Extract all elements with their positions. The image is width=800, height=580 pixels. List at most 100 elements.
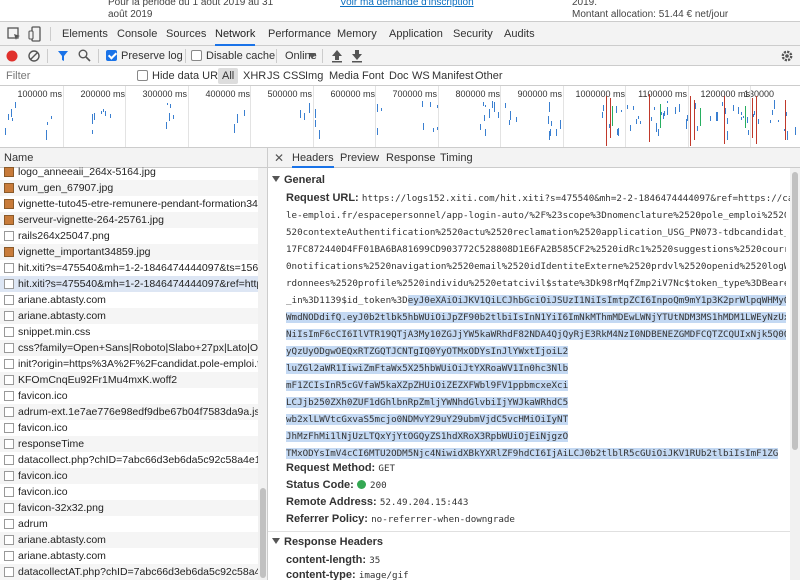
request-bar bbox=[654, 106, 656, 110]
request-bar bbox=[436, 126, 438, 131]
clear-icon[interactable] bbox=[28, 50, 40, 62]
request-row[interactable]: serveur-vignette-264-25761.jpg bbox=[0, 212, 258, 228]
request-row[interactable]: vignette_important34859.jpg bbox=[0, 244, 258, 260]
filter-type-media[interactable]: Media bbox=[329, 66, 359, 86]
referrer-policy-label: Referrer Policy: bbox=[286, 513, 368, 525]
request-bar bbox=[45, 130, 47, 140]
request-row[interactable]: adrum-ext.1e7ae776e98edf9dbe67b04f7583da… bbox=[0, 404, 258, 420]
content-type-row: content-type: image/gif bbox=[286, 567, 409, 580]
request-url-value-0: https://logs152.xiti.com/hit.xiti?s=4755… bbox=[361, 193, 800, 204]
request-row[interactable]: hit.xiti?s=475540&mh=1-2-1846474444097&r… bbox=[0, 276, 258, 292]
general-section-header[interactable]: General bbox=[272, 174, 325, 186]
request-bar bbox=[615, 105, 617, 114]
chevron-down-icon bbox=[308, 53, 316, 59]
export-har-icon[interactable] bbox=[351, 49, 363, 63]
request-row[interactable]: hit.xiti?s=475540&mh=1-2-1846474444097&t… bbox=[0, 260, 258, 276]
request-row[interactable]: favicon.ico bbox=[0, 468, 258, 484]
dom-content-marker bbox=[660, 104, 661, 128]
settings-gear-icon[interactable] bbox=[780, 49, 794, 63]
tab-audits[interactable]: Audits bbox=[504, 22, 535, 46]
url-selected-part: LCJjb250ZXh0ZUF1dGhlbnRpZmljYWNhdGlvbiIj… bbox=[286, 397, 569, 408]
request-row[interactable]: adrum bbox=[0, 516, 258, 532]
timeline-tick: 1000000 ms bbox=[575, 89, 625, 99]
request-row[interactable]: css?family=Open+Sans|Roboto|Slabo+27px|L… bbox=[0, 340, 258, 356]
filter-input[interactable]: Filter bbox=[6, 66, 30, 86]
registration-link[interactable]: Voir ma demande d'inscription bbox=[340, 0, 474, 9]
scrollbar-thumb[interactable] bbox=[792, 172, 798, 450]
inspect-element-icon[interactable] bbox=[6, 26, 22, 42]
tab-security[interactable]: Security bbox=[453, 22, 493, 46]
tab-console[interactable]: Console bbox=[117, 22, 157, 46]
preserve-log-checkbox[interactable] bbox=[106, 50, 117, 61]
remote-address-value: 52.49.204.15:443 bbox=[379, 497, 469, 508]
request-row[interactable]: KFOmCnqEu92Fr1Mu4mxK.woff2 bbox=[0, 372, 258, 388]
detail-scrollbar[interactable] bbox=[790, 168, 800, 580]
tab-headers[interactable]: Headers bbox=[292, 148, 334, 168]
request-bar bbox=[169, 104, 171, 109]
request-row[interactable]: datacollect.php?chID=7abc66d3eb6da5c92c5… bbox=[0, 452, 258, 468]
request-row[interactable]: vum_gen_67907.jpg bbox=[0, 180, 258, 196]
document-file-icon bbox=[4, 503, 14, 513]
request-row[interactable]: ariane.abtasty.com bbox=[0, 532, 258, 548]
network-overview-timeline[interactable]: 100000 ms 200000 ms 300000 ms 400000 ms … bbox=[0, 86, 800, 148]
request-row[interactable]: ariane.abtasty.com bbox=[0, 292, 258, 308]
request-row[interactable]: init?origin=https%3A%2F%2Fcandidat.pole-… bbox=[0, 356, 258, 372]
request-url-value-11: mF1ZCIsInR5cGVfaW5kaXZpZHUiOiZEZXFWbl9FV… bbox=[286, 377, 786, 394]
request-row[interactable]: snippet.min.css bbox=[0, 324, 258, 340]
filter-type-css[interactable]: CSS bbox=[283, 66, 306, 86]
filter-type-doc[interactable]: Doc bbox=[389, 66, 409, 86]
filter-type-ws[interactable]: WS bbox=[412, 66, 430, 86]
filter-icon[interactable] bbox=[57, 50, 69, 62]
tab-memory[interactable]: Memory bbox=[337, 22, 377, 46]
tab-preview[interactable]: Preview bbox=[340, 148, 379, 168]
filter-type-manifest[interactable]: Manifest bbox=[432, 66, 474, 86]
request-url-value-1: le-emploi.fr/espacepersonnel/app-login-a… bbox=[286, 210, 786, 221]
tab-timing[interactable]: Timing bbox=[440, 148, 473, 168]
import-har-icon[interactable] bbox=[331, 49, 343, 63]
request-row[interactable]: favicon.ico bbox=[0, 388, 258, 404]
request-row[interactable]: favicon.ico bbox=[0, 484, 258, 500]
request-list-scrollbar[interactable] bbox=[258, 168, 267, 580]
response-headers-section-header[interactable]: Response Headers bbox=[272, 536, 383, 548]
request-name: rails264x25047.png bbox=[18, 230, 110, 242]
request-name: responseTime bbox=[18, 438, 85, 450]
filter-type-font[interactable]: Font bbox=[362, 66, 384, 86]
request-row[interactable]: vignette-tuto45-etre-remunere-pendant-fo… bbox=[0, 196, 258, 212]
filter-type-js[interactable]: JS bbox=[267, 66, 280, 86]
record-icon[interactable] bbox=[6, 50, 18, 62]
tab-performance[interactable]: Performance bbox=[268, 22, 331, 46]
close-icon[interactable]: ✕ bbox=[274, 151, 284, 165]
request-row[interactable]: favicon-32x32.png bbox=[0, 500, 258, 516]
timeline-gridline bbox=[312, 86, 314, 147]
period-text: Pour la période du 1 août 2019 au 31 bbox=[108, 0, 274, 8]
timeline-gridline bbox=[375, 86, 376, 147]
tab-elements[interactable]: Elements bbox=[62, 22, 108, 46]
request-bar bbox=[616, 128, 618, 136]
filter-type-xhr[interactable]: XHR bbox=[243, 66, 266, 86]
request-row[interactable]: datacollectAT.php?chID=7abc66d3eb6da5c92… bbox=[0, 564, 258, 580]
request-row[interactable]: logo_anneeaii_264x-5164.jpg bbox=[0, 164, 258, 180]
request-name: adrum-ext.1e7ae776e98edf9dbe67b04f7583da… bbox=[18, 406, 258, 418]
request-row[interactable]: responseTime bbox=[0, 436, 258, 452]
request-row[interactable]: ariane.abtasty.com bbox=[0, 548, 258, 564]
request-row[interactable]: favicon.ico bbox=[0, 420, 258, 436]
request-bar bbox=[5, 128, 7, 135]
filter-type-all[interactable]: All bbox=[218, 68, 239, 84]
request-row[interactable]: rails264x25047.png bbox=[0, 228, 258, 244]
request-bar bbox=[551, 120, 553, 126]
filter-type-other[interactable]: Other bbox=[475, 66, 503, 86]
tab-response[interactable]: Response bbox=[386, 148, 436, 168]
request-bar bbox=[617, 128, 619, 136]
device-toolbar-icon[interactable] bbox=[28, 26, 44, 42]
hide-data-urls-checkbox[interactable] bbox=[137, 70, 148, 81]
filter-type-img[interactable]: Img bbox=[305, 66, 323, 86]
tab-application[interactable]: Application bbox=[389, 22, 443, 46]
search-icon[interactable] bbox=[78, 49, 91, 62]
request-bar bbox=[777, 119, 779, 123]
scrollbar-thumb[interactable] bbox=[260, 488, 266, 578]
tab-network[interactable]: Network bbox=[215, 22, 256, 46]
request-row[interactable]: ariane.abtasty.com bbox=[0, 308, 258, 324]
request-name: favicon.ico bbox=[18, 422, 68, 434]
disable-cache-checkbox[interactable] bbox=[191, 50, 202, 61]
tab-sources[interactable]: Sources bbox=[166, 22, 206, 46]
